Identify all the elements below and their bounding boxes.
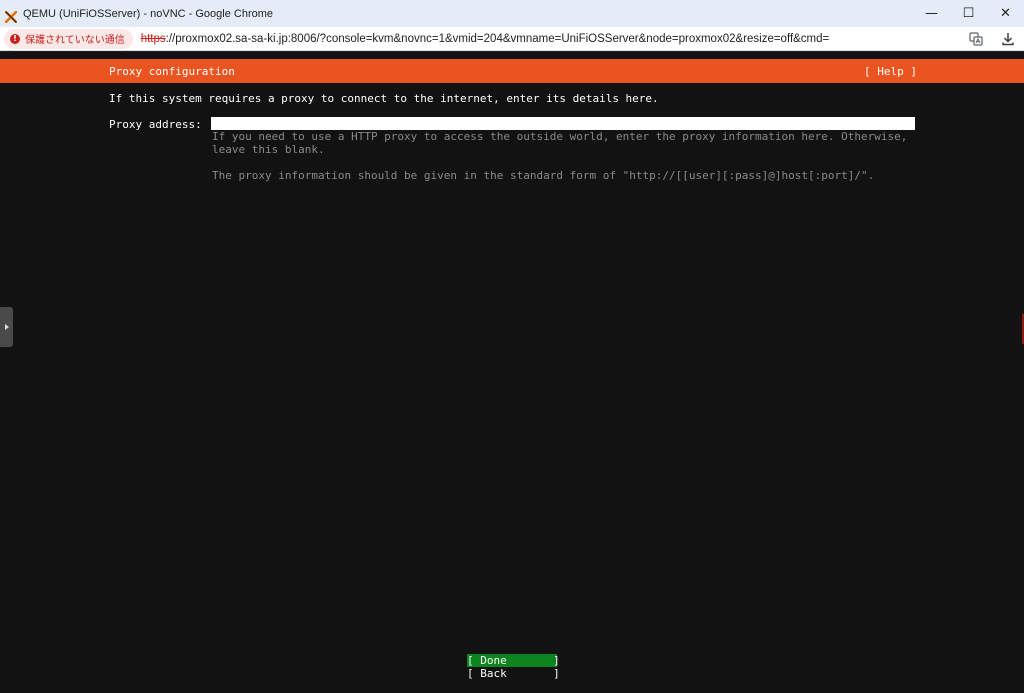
back-button[interactable]: [ Back ] [467, 667, 560, 680]
intro-text: If this system requires a proxy to conne… [109, 92, 659, 105]
chevron-right-icon [5, 324, 9, 330]
help-button[interactable]: [ Help ] [864, 65, 917, 78]
proxy-address-input[interactable] [211, 117, 915, 130]
url-text: ://proxmox02.sa-sa-ki.jp:8006/?console=k… [165, 32, 830, 45]
novnc-control-bar-handle[interactable] [0, 307, 13, 347]
browser-title-bar: QEMU (UniFiOSServer) - noVNC - Google Ch… [0, 0, 1024, 27]
url-scheme: https [140, 32, 166, 45]
not-secure-icon: ! [10, 33, 20, 44]
download-icon[interactable] [992, 27, 1024, 51]
maximize-button[interactable]: ☐ [950, 0, 987, 27]
window-title: QEMU (UniFiOSServer) - noVNC - Google Ch… [23, 7, 274, 20]
address-bar: ! 保護されていない通信 https://proxmox02.sa-sa-ki.… [0, 27, 1024, 51]
security-label: 保護されていない通信 [25, 35, 125, 46]
proxy-help-line-2: leave this blank. [212, 143, 325, 156]
minimize-button[interactable]: — [913, 0, 950, 27]
url-field[interactable]: https://proxmox02.sa-sa-ki.jp:8006/?cons… [141, 33, 830, 45]
address-bar-actions [960, 27, 1024, 51]
vnc-console[interactable]: Proxy configuration [ Help ] If this sys… [0, 52, 1024, 693]
security-indicator[interactable]: ! 保護されていない通信 [4, 28, 133, 49]
page-title: Proxy configuration [109, 65, 235, 78]
close-button[interactable]: ✕ [987, 0, 1024, 27]
proxmox-logo-icon [4, 8, 18, 23]
window-controls: — ☐ ✕ [913, 0, 1024, 27]
installer-header: Proxy configuration [ Help ] [0, 59, 1024, 83]
done-button[interactable]: [ Done ] [467, 654, 560, 667]
proxy-address-label: Proxy address: [109, 118, 202, 131]
proxy-format-hint: The proxy information should be given in… [212, 169, 875, 182]
proxy-help-line-1: If you need to use a HTTP proxy to acces… [212, 130, 908, 143]
translate-icon[interactable] [960, 27, 992, 51]
